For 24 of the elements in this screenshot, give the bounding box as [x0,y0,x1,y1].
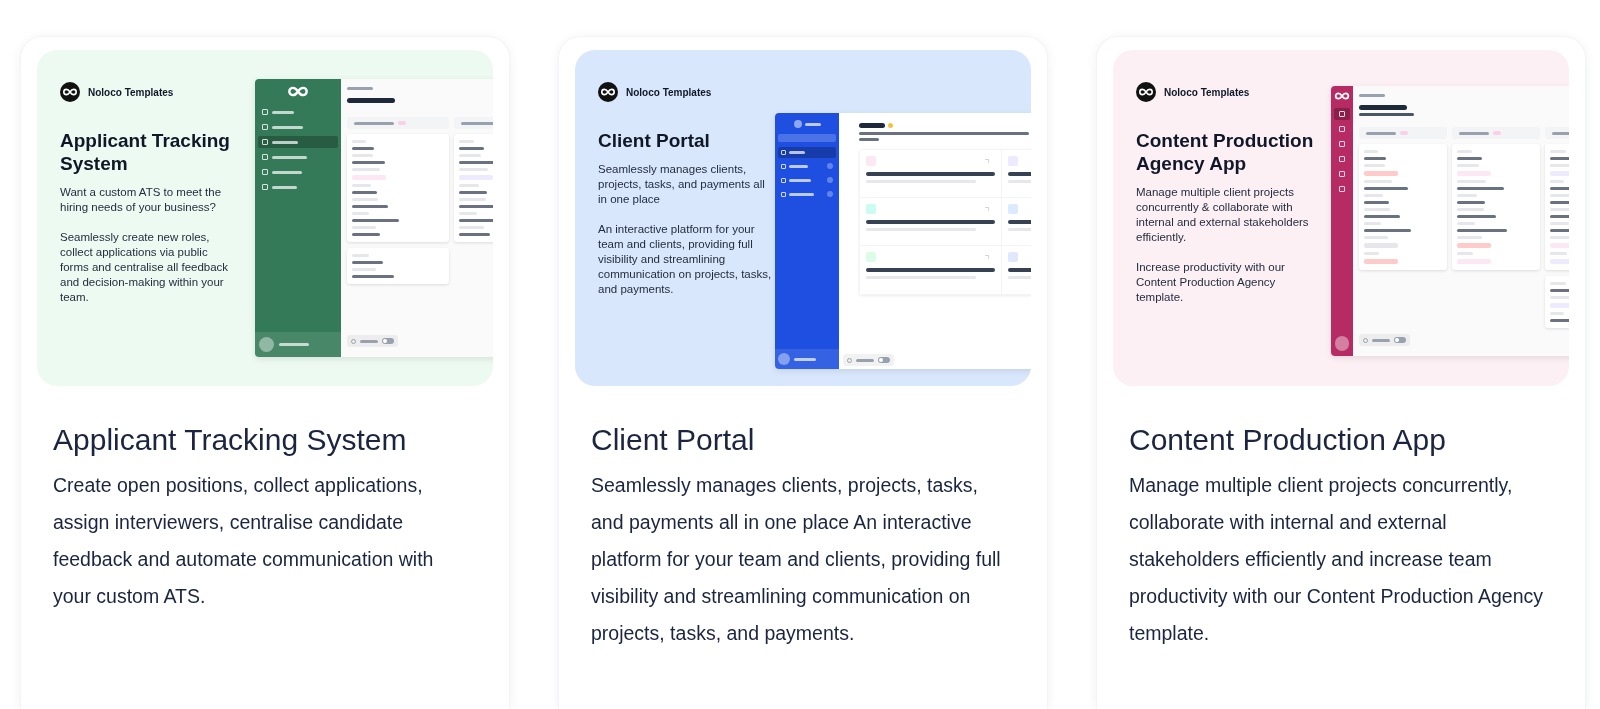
preview-paragraph: An interactive platform for your team and clients, providing full visibility and streamlining communication on projects, tasks, and payments. [598,222,773,297]
preview-heading: Applicant Tracking System [60,129,231,175]
card-description: Create open positions, collect applications, assign interviewers, centralise candidate feedback and automate communication with your custom ATS. [52,473,435,609]
preview-paragraph: Want a custom ATS to meet the hiring needs of your business? [60,185,223,215]
template-card[interactable] [558,36,1048,709]
preview-paragraph: Increase productivity with our Content Production Agency template. [1136,260,1286,305]
card-title: Content Production App [1128,422,1447,458]
brand-name: Noloco Templates [1164,85,1250,100]
preview-paragraph: Seamlessly create new roles, collect applications via public forms and centralise all feedback and decision-making within your team. [60,230,230,305]
preview-heading: Client Portal [598,129,711,152]
infinity-logo-icon [60,82,80,102]
brand-name: Noloco Templates [626,85,712,100]
template-card[interactable] [1096,36,1586,709]
card-description: Manage multiple client projects concurrently, collaborate with internal and external stakeholders efficiently and increase team productivity with our Content Production Agency template. [1128,473,1545,646]
preview-paragraph: Manage multiple client projects concurrently & collaborate with internal and external stakeholders efficiently. [1136,185,1310,245]
infinity-logo-icon [1136,82,1156,102]
infinity-logo-icon [598,82,618,102]
card-title: Client Portal [590,422,756,458]
preview-heading: Content Production Agency App [1136,129,1315,175]
template-card[interactable] [20,36,510,709]
card-title: Applicant Tracking System [52,422,408,458]
preview-paragraph: Seamlessly manages clients, projects, tasks, and payments all in one place [598,162,766,207]
card-description: Seamlessly manages clients, projects, tasks, and payments all in one place An interactive platform for your team and clients, providing full visibility and streamlining communication on projects, tasks, and payments. [590,473,1002,646]
brand-name: Noloco Templates [88,85,174,100]
